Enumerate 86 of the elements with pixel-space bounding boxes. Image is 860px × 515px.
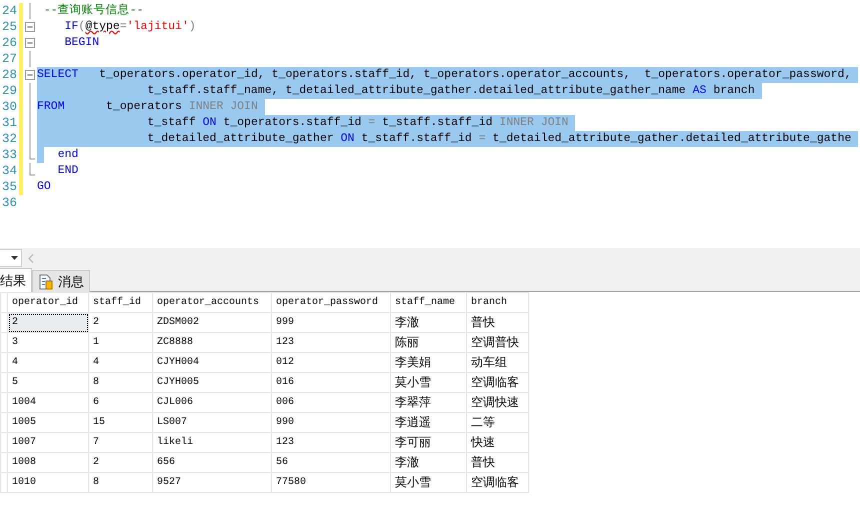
- table-cell: 8: [88, 472, 152, 492]
- table-cell: 李澈: [390, 452, 466, 472]
- table-cell: 2: [88, 312, 152, 332]
- table-cell: 9527: [152, 472, 272, 492]
- line-number: 31: [0, 116, 17, 130]
- line-number: 33: [0, 148, 17, 162]
- table-cell: 李澈: [390, 312, 466, 332]
- line-number: 27: [0, 52, 17, 66]
- line-number: 36: [0, 196, 17, 210]
- table-cell: 1008: [8, 452, 88, 472]
- table-cell: 1007: [8, 432, 88, 452]
- table-cell: ZC8888: [152, 332, 272, 352]
- line-number: 35: [0, 180, 17, 194]
- table-cell: 空调临客: [466, 372, 528, 392]
- table-cell: 006: [272, 392, 390, 412]
- table-cell: 77580: [272, 472, 390, 492]
- table-cell: 二等: [466, 412, 528, 432]
- table-cell: LS007: [152, 412, 272, 432]
- table-cell: 656: [152, 452, 272, 472]
- table-cell: 李翠萍: [390, 392, 466, 412]
- table-cell: 李可丽: [390, 432, 466, 452]
- table-cell: CJL006: [152, 392, 272, 412]
- table-cell: 7: [88, 432, 152, 452]
- line-number: 32: [0, 132, 17, 146]
- table-cell: 1: [88, 332, 152, 352]
- collapse-icon[interactable]: [25, 22, 35, 32]
- code-line: IF(@type='lajitui'): [64, 19, 196, 35]
- table-cell: 普快: [466, 312, 528, 332]
- document-icon: [38, 274, 54, 290]
- table-cell: 陈丽: [390, 332, 466, 352]
- code-line: END: [56, 163, 78, 179]
- dropdown[interactable]: [0, 249, 22, 267]
- table-cell: 莫小雪: [390, 472, 466, 492]
- table-cell: 2: [8, 312, 88, 332]
- table-cell: 李逍遥: [390, 412, 466, 432]
- table-cell: 990: [272, 412, 390, 432]
- code-line: BEGIN: [64, 35, 100, 51]
- table-cell: CJYH005: [152, 372, 272, 392]
- table-cell: 空调普快: [466, 332, 528, 352]
- table-cell: ZDSM002: [152, 312, 272, 332]
- table-cell: 123: [272, 432, 390, 452]
- caret-icon: [11, 256, 18, 260]
- line-number: 26: [0, 36, 17, 50]
- table-cell: 1004: [8, 392, 88, 412]
- table-cell: 空调快速: [466, 392, 528, 412]
- table-cell: 动车组: [466, 352, 528, 372]
- table-cell: likeli: [152, 432, 272, 452]
- table-cell: 1010: [8, 472, 88, 492]
- column-header[interactable]: branch: [466, 292, 528, 312]
- column-header[interactable]: operator_id: [8, 292, 88, 312]
- line-number: 24: [0, 4, 17, 18]
- table-cell: 016: [272, 372, 390, 392]
- collapse-icon[interactable]: [25, 38, 35, 48]
- line-number: 28: [0, 68, 17, 82]
- code-line: --查询账号信息--: [42, 3, 144, 19]
- line-number: 25: [0, 20, 17, 34]
- table-cell: 李美娟: [390, 352, 466, 372]
- column-header[interactable]: operator_accounts: [152, 292, 272, 312]
- table-cell: 快速: [466, 432, 528, 452]
- table-cell: 空调临客: [466, 472, 528, 492]
- table-cell: 6: [88, 392, 152, 412]
- table-cell: 999: [272, 312, 390, 332]
- code-line: GO: [37, 179, 51, 195]
- table-cell: 普快: [466, 452, 528, 472]
- collapse-icon[interactable]: [25, 70, 35, 80]
- table-cell: 4: [88, 352, 152, 372]
- table-cell: 8: [88, 372, 152, 392]
- column-header[interactable]: operator_password: [272, 292, 390, 312]
- result-tab[interactable]: 消息: [32, 270, 90, 292]
- line-number: 34: [0, 164, 17, 178]
- table-cell: 5: [8, 372, 88, 392]
- table-cell: 56: [272, 452, 390, 472]
- table-cell: 012: [272, 352, 390, 372]
- table-cell: CJYH004: [152, 352, 272, 372]
- table-cell: 4: [8, 352, 88, 372]
- table-cell: 15: [88, 412, 152, 432]
- line-number: 30: [0, 100, 17, 114]
- table-cell: 2: [88, 452, 152, 472]
- table-cell: 莫小雪: [390, 372, 466, 392]
- table-cell: 3: [8, 332, 88, 352]
- result-tab[interactable]: 结果: [0, 268, 32, 292]
- line-number: 29: [0, 84, 17, 98]
- column-header[interactable]: staff_id: [88, 292, 152, 312]
- table-cell: 1005: [8, 412, 88, 432]
- table-cell: 123: [272, 332, 390, 352]
- column-header[interactable]: staff_name: [390, 292, 466, 312]
